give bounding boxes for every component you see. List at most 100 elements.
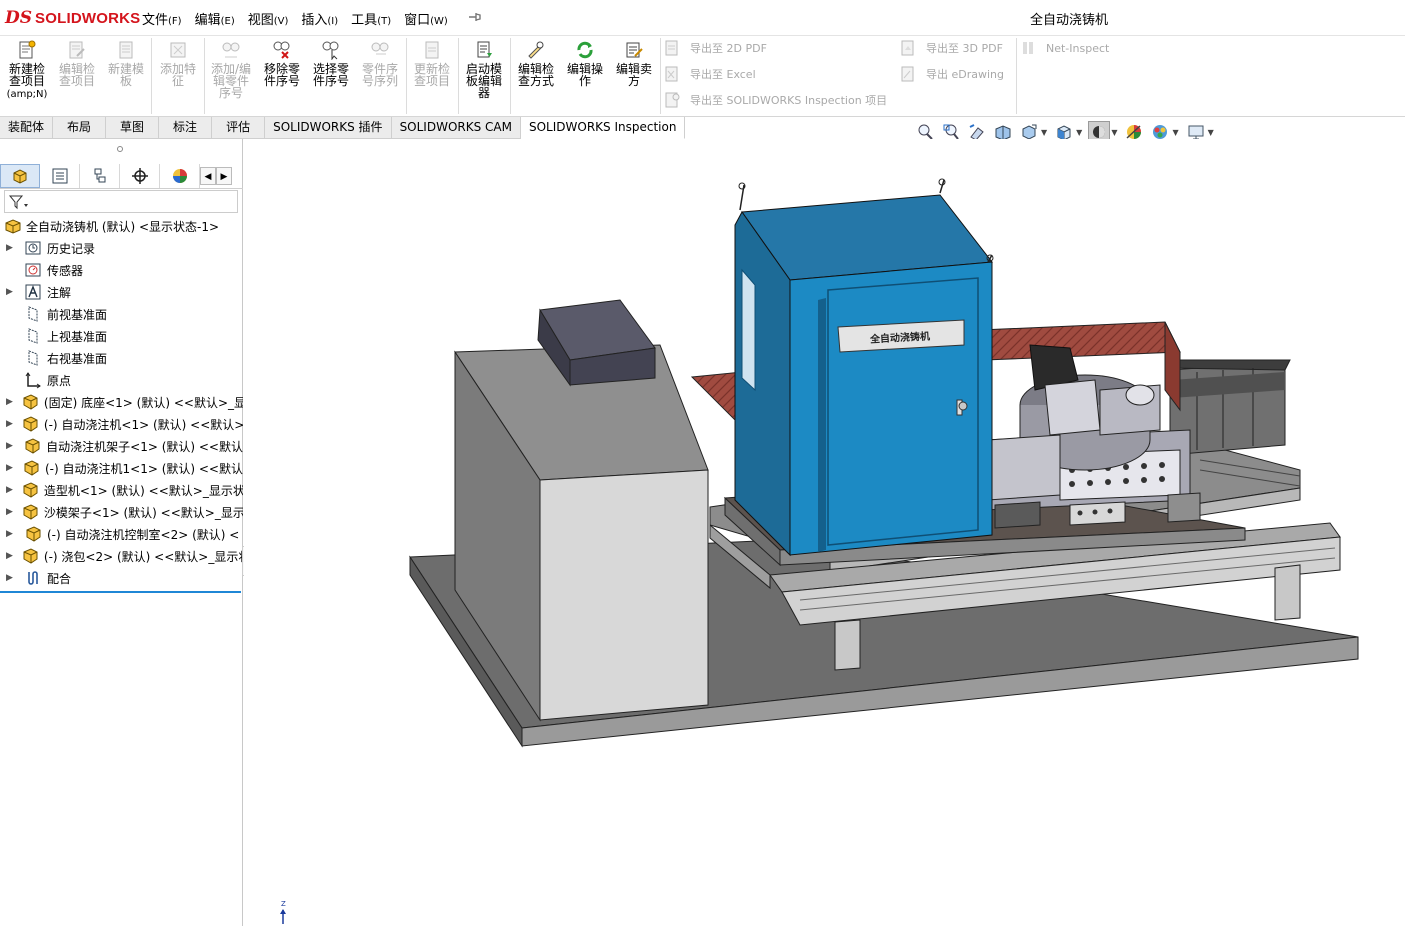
tab-sketch[interactable]: 草图: [106, 117, 160, 139]
expand-arrow-icon[interactable]: ▶: [6, 441, 15, 451]
scroll-left-icon[interactable]: ◀: [200, 167, 216, 185]
tree-item-sand-mold-frame[interactable]: ▶ 沙模架子<1> (默认) <<默认>_显示: [0, 501, 243, 523]
export-2d-pdf-label: 导出至 2D PDF: [690, 42, 767, 55]
tree-item-label: 传感器: [47, 263, 84, 278]
expand-arrow-icon[interactable]: ▶: [6, 463, 14, 473]
tab-solidworks-addins[interactable]: SOLIDWORKS 插件: [265, 117, 392, 139]
menu-insert[interactable]: 插入(I): [301, 9, 338, 28]
graphics-area[interactable]: 全自动浇铸机: [244, 139, 1405, 926]
export-inspection-project-button[interactable]: 导出至 SOLIDWORKS Inspection 项目: [664, 92, 887, 108]
assembly-3d-model[interactable]: 全自动浇铸机: [244, 139, 1405, 926]
export-excel-button[interactable]: 导出至 Excel: [664, 66, 756, 82]
menu-tools[interactable]: 工具(T): [351, 9, 391, 28]
add-feature-button[interactable]: 添加特 征: [155, 40, 201, 87]
tree-item-label: (-) 自动浇注机1<1> (默认) <<默认: [45, 461, 243, 476]
feature-manager-tab-icon[interactable]: [0, 164, 40, 188]
export-edrawing-button[interactable]: 导出 eDrawing: [900, 66, 1004, 82]
tab-markup[interactable]: 标注: [159, 117, 213, 139]
control-room-enclosure[interactable]: [734, 178, 994, 557]
tree-item-control-room[interactable]: ▶ (-) 自动浇注机控制室<2> (默认) <: [0, 523, 243, 545]
tree-item-history[interactable]: ▶ 历史记录: [0, 237, 243, 259]
menu-bar: DS SOLIDWORKS 文件(F) 编辑(E) 视图(V) 插入(I) 工具…: [0, 0, 1405, 36]
balloon-sequence-button[interactable]: 零件序 号序列: [357, 40, 403, 87]
net-inspect-label: Net-Inspect: [1046, 41, 1110, 55]
menu-file[interactable]: 文件(F): [142, 9, 182, 28]
expand-arrow-icon[interactable]: ▶: [6, 419, 13, 429]
tree-item-right-plane[interactable]: 右视基准面: [0, 347, 243, 369]
filter-icon[interactable]: [8, 194, 30, 210]
edit-inspection-method-button[interactable]: 编辑检 查方式: [513, 40, 559, 87]
expand-arrow-icon[interactable]: ▶: [6, 573, 16, 583]
tree-item-auto-pourer-frame[interactable]: ▶ 自动浇注机架子<1> (默认) <<默认: [0, 435, 243, 457]
tab-solidworks-cam[interactable]: SOLIDWORKS CAM: [391, 117, 521, 139]
edit-operation-button[interactable]: 编辑操 作: [562, 40, 608, 87]
add-edit-balloon-button[interactable]: 添加/编 辑零件 序号: [207, 40, 255, 99]
expand-arrow-icon[interactable]: ▶: [6, 485, 13, 495]
display-manager-tab-icon[interactable]: [160, 164, 200, 188]
dropdown-arrow-icon[interactable]: ▼: [1076, 128, 1082, 137]
tree-item-molding-machine[interactable]: ▶ 造型机<1> (默认) <<默认>_显示状: [0, 479, 243, 501]
tree-item-auto-pourer-1[interactable]: ▶ (-) 自动浇注机<1> (默认) <<默认>: [0, 413, 243, 435]
panel-grip-icon[interactable]: [117, 146, 123, 152]
export-edrawing-label: 导出 eDrawing: [926, 68, 1005, 81]
edit-inspection-project-button[interactable]: 编辑检 查项目: [54, 40, 100, 87]
dropdown-arrow-icon[interactable]: ▼: [1172, 128, 1178, 137]
ds-logo-mark: DS: [5, 8, 33, 28]
tree-item-mates[interactable]: ▶ 配合: [0, 567, 243, 589]
tab-assembly[interactable]: 装配体: [0, 117, 54, 139]
dropdown-arrow-icon[interactable]: ▼: [1208, 128, 1214, 137]
menu-window-label: 窗口: [404, 13, 431, 28]
part-icon: [21, 393, 39, 411]
ribbon-separator: [1016, 38, 1017, 114]
tree-filter[interactable]: [4, 190, 238, 213]
tree-item-ladle[interactable]: ▶ (-) 浇包<2> (默认) <<默认>_显示状: [0, 545, 243, 567]
menu-edit[interactable]: 编辑(E): [195, 9, 235, 28]
edit-vendor-button[interactable]: 编辑卖 方: [611, 40, 657, 87]
tab-solidworks-inspection[interactable]: SOLIDWORKS Inspection: [520, 117, 686, 139]
tree-item-annotations[interactable]: ▶ 注解: [0, 281, 243, 303]
edit-vendor-icon: [626, 42, 643, 58]
expand-arrow-icon[interactable]: ▶: [6, 287, 16, 297]
solidworks-logo[interactable]: DS SOLIDWORKS: [5, 7, 140, 29]
menu-view[interactable]: 视图(V): [248, 9, 289, 28]
expand-arrow-icon[interactable]: ▶: [6, 397, 13, 407]
plane-icon: [24, 349, 42, 367]
new-template-label-2: 板: [119, 74, 132, 88]
select-balloon-button[interactable]: 选择零 件序号: [308, 40, 354, 87]
launch-template-editor-button[interactable]: 启动模 板编辑 器: [461, 40, 507, 99]
dropdown-arrow-icon[interactable]: ▼: [1111, 128, 1117, 137]
tree-root-assembly[interactable]: 全自动浇铸机 (默认) <显示状态-1>: [0, 215, 243, 237]
scroll-right-icon[interactable]: ▶: [216, 167, 232, 185]
tree-item-label: 沙模架子<1> (默认) <<默认>_显示: [43, 505, 243, 520]
remove-balloon-button[interactable]: 移除零 件序号: [259, 40, 305, 87]
part-icon: [22, 459, 40, 477]
tree-item-auto-pourer-2[interactable]: ▶ (-) 自动浇注机1<1> (默认) <<默认: [0, 457, 243, 479]
dimxpert-tab-icon[interactable]: [120, 164, 160, 188]
tree-item-top-plane[interactable]: 上视基准面: [0, 325, 243, 347]
menu-window[interactable]: 窗口(W): [404, 9, 448, 28]
assembly-icon: [4, 217, 22, 235]
dropdown-arrow-icon[interactable]: ▼: [1041, 128, 1047, 137]
expand-arrow-icon[interactable]: ▶: [6, 507, 13, 517]
new-template-button[interactable]: 新建模 板: [103, 40, 149, 87]
expand-arrow-icon[interactable]: ▶: [6, 529, 16, 539]
export-3d-pdf-button[interactable]: 导出至 3D PDF: [900, 40, 1003, 56]
tree-item-origin[interactable]: 原点: [0, 369, 243, 391]
tab-layout[interactable]: 布局: [53, 117, 107, 139]
expand-arrow-icon[interactable]: ▶: [6, 551, 13, 561]
new-inspection-project-button[interactable]: 新建检 查项目 (amp;N): [4, 40, 50, 101]
property-manager-tab-icon[interactable]: [40, 164, 80, 188]
tree-item-sensors[interactable]: 传感器: [0, 259, 243, 281]
add-feature-icon: [170, 42, 186, 58]
tree-item-base[interactable]: ▶ (固定) 底座<1> (默认) <<默认>_显: [0, 391, 243, 413]
tree-item-front-plane[interactable]: 前视基准面: [0, 303, 243, 325]
expand-arrow-icon[interactable]: ▶: [6, 243, 16, 253]
pin-menu-icon[interactable]: [467, 8, 483, 26]
inspection-method-label-2: 查方式: [517, 74, 554, 88]
net-inspect-button[interactable]: Net-Inspect: [1020, 40, 1109, 56]
update-inspection-button[interactable]: 更新检 查项目: [409, 40, 455, 87]
configuration-manager-tab-icon[interactable]: [80, 164, 120, 188]
plane-icon: [24, 327, 42, 345]
tab-evaluate[interactable]: 评估: [212, 117, 266, 139]
export-2d-pdf-button[interactable]: 导出至 2D PDF: [664, 40, 767, 56]
